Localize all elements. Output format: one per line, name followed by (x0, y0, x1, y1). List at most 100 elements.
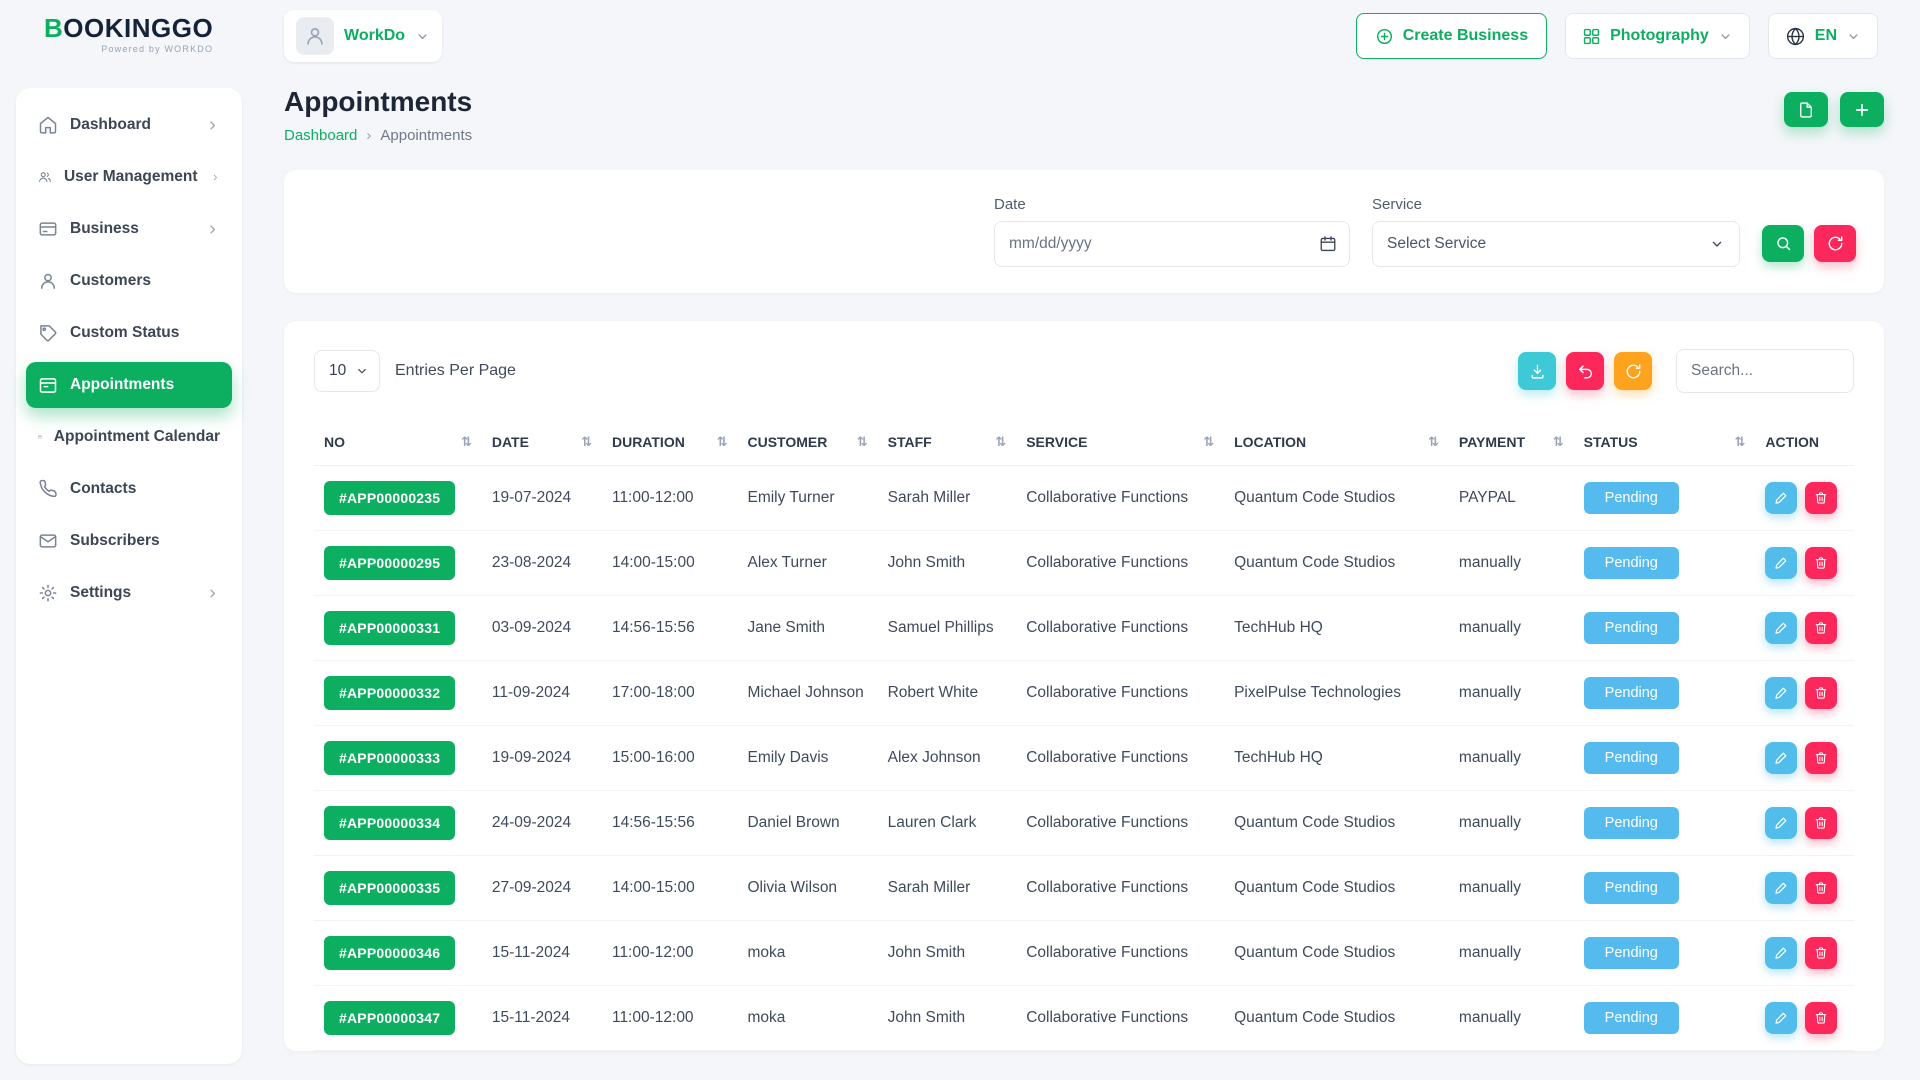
row-actions (1765, 677, 1844, 709)
workspace-switcher[interactable]: WorkDo (284, 10, 442, 62)
user-icon (304, 25, 326, 47)
edit-button[interactable] (1765, 937, 1797, 969)
file-icon (1797, 101, 1815, 119)
entries-per-page-label: Entries Per Page (395, 362, 516, 380)
sidebar-item-appointments[interactable]: Appointments (26, 362, 232, 408)
create-business-button[interactable]: Create Business (1356, 13, 1547, 59)
controls-left: 10 Entries Per Page (314, 350, 516, 392)
delete-button[interactable] (1805, 872, 1837, 904)
undo-button[interactable] (1566, 352, 1604, 390)
status-badge: Pending (1584, 677, 1679, 709)
sidebar-item-custom-status[interactable]: Custom Status (26, 310, 232, 356)
cell-location: Quantum Code Studios (1224, 791, 1449, 856)
appointment-id-badge[interactable]: #APP00000346 (324, 936, 455, 970)
row-actions (1765, 1002, 1844, 1034)
refresh-button[interactable] (1614, 352, 1652, 390)
column-header-service[interactable]: SERVICE ⇅ (1016, 419, 1224, 466)
delete-button[interactable] (1805, 612, 1837, 644)
module-switcher-button[interactable]: Photography (1565, 13, 1750, 59)
breadcrumb-link-dashboard[interactable]: Dashboard (284, 127, 357, 144)
sidebar-item-business[interactable]: Business (26, 206, 232, 252)
table-search-input[interactable] (1676, 349, 1854, 393)
cell-date: 11-09-2024 (482, 661, 602, 726)
sidebar-item-settings[interactable]: Settings (26, 570, 232, 616)
delete-button[interactable] (1805, 547, 1837, 579)
edit-button[interactable] (1765, 612, 1797, 644)
pencil-icon (1774, 1011, 1788, 1025)
sort-icon[interactable]: ⇅ (717, 435, 728, 450)
edit-button[interactable] (1765, 872, 1797, 904)
cell-staff: Sarah Miller (878, 856, 1017, 921)
filter-search-button[interactable] (1762, 225, 1804, 262)
sort-icon[interactable]: ⇅ (581, 435, 592, 450)
sort-icon[interactable]: ⇅ (461, 435, 472, 450)
appointment-id-badge[interactable]: #APP00000334 (324, 806, 455, 840)
sort-icon[interactable]: ⇅ (1734, 435, 1745, 450)
filter-reset-button[interactable] (1814, 225, 1856, 262)
edit-button[interactable] (1765, 1002, 1797, 1034)
sidebar-item-appointment-calendar[interactable]: Appointment Calendar (26, 414, 232, 460)
column-header-no[interactable]: NO⇅ (314, 419, 482, 466)
app-logo[interactable]: BOOKINGGO Powered by WORKDO (44, 15, 213, 54)
appointment-id-badge[interactable]: #APP00000335 (324, 871, 455, 905)
column-header-location[interactable]: LOCATION⇅ (1224, 419, 1449, 466)
logo-rest: OOKINGGO (63, 13, 213, 43)
sort-icon[interactable]: ⇅ (995, 435, 1006, 450)
row-actions (1765, 807, 1844, 839)
edit-button[interactable] (1765, 482, 1797, 514)
sidebar-item-label: Custom Status (70, 324, 179, 342)
sidebar-item-user-management[interactable]: User Management (26, 154, 232, 200)
logo-text: BOOKINGGO (44, 15, 213, 41)
edit-button[interactable] (1765, 742, 1797, 774)
sort-icon[interactable]: ⇅ (857, 435, 868, 450)
cell-date: 23-08-2024 (482, 531, 602, 596)
table-row: #APP00000333 19-09-2024 15:00-16:00 Emil… (314, 726, 1854, 791)
export-button[interactable] (1784, 92, 1828, 127)
sort-icon[interactable]: ⇅ (1203, 435, 1214, 450)
globe-icon (1785, 26, 1806, 47)
download-button[interactable] (1518, 352, 1556, 390)
delete-button[interactable] (1805, 482, 1837, 514)
sort-icon[interactable]: ⇅ (1553, 435, 1564, 450)
entries-per-page-select[interactable]: 10 (314, 350, 380, 392)
grid-icon (1582, 27, 1601, 46)
cell-location: TechHub HQ (1224, 596, 1449, 661)
appointment-id-badge[interactable]: #APP00000235 (324, 481, 455, 515)
search-icon (1775, 235, 1792, 252)
delete-button[interactable] (1805, 937, 1837, 969)
edit-button[interactable] (1765, 677, 1797, 709)
column-header-payment[interactable]: PAYMENT⇅ (1449, 419, 1574, 466)
add-appointment-button[interactable] (1840, 92, 1884, 127)
column-header-staff[interactable]: STAFF⇅ (878, 419, 1017, 466)
sidebar-item-contacts[interactable]: Contacts (26, 466, 232, 512)
appointment-id-badge[interactable]: #APP00000295 (324, 546, 455, 580)
sort-icon[interactable]: ⇅ (1428, 435, 1439, 450)
cell-service: Collaborative Functions (1016, 726, 1224, 791)
column-label: SERVICE (1026, 434, 1087, 450)
appointment-id-badge[interactable]: #APP00000333 (324, 741, 455, 775)
appointment-id-badge[interactable]: #APP00000331 (324, 611, 455, 645)
cell-date: 15-11-2024 (482, 986, 602, 1051)
cell-customer: Emily Davis (737, 726, 877, 791)
edit-button[interactable] (1765, 547, 1797, 579)
appointment-id-badge[interactable]: #APP00000332 (324, 676, 455, 710)
column-header-date[interactable]: DATE⇅ (482, 419, 602, 466)
appointment-id-badge[interactable]: #APP00000347 (324, 1001, 455, 1035)
sidebar-item-subscribers[interactable]: Subscribers (26, 518, 232, 564)
sidebar-item-dashboard[interactable]: Dashboard (26, 102, 232, 148)
column-header-customer[interactable]: CUSTOMER⇅ (737, 419, 877, 466)
edit-button[interactable] (1765, 807, 1797, 839)
delete-button[interactable] (1805, 1002, 1837, 1034)
date-input[interactable] (994, 221, 1350, 267)
header-main: WorkDo Create Business Photography EN (264, 10, 1920, 62)
column-header-duration[interactable]: DURATION⇅ (602, 419, 738, 466)
delete-button[interactable] (1805, 807, 1837, 839)
service-select[interactable]: Select Service (1372, 221, 1740, 267)
column-header-status[interactable]: STATUS⇅ (1574, 419, 1756, 466)
cell-date: 27-09-2024 (482, 856, 602, 921)
language-switcher-button[interactable]: EN (1768, 13, 1878, 59)
sidebar-item-label: Settings (70, 584, 131, 602)
delete-button[interactable] (1805, 742, 1837, 774)
sidebar-item-customers[interactable]: Customers (26, 258, 232, 304)
delete-button[interactable] (1805, 677, 1837, 709)
